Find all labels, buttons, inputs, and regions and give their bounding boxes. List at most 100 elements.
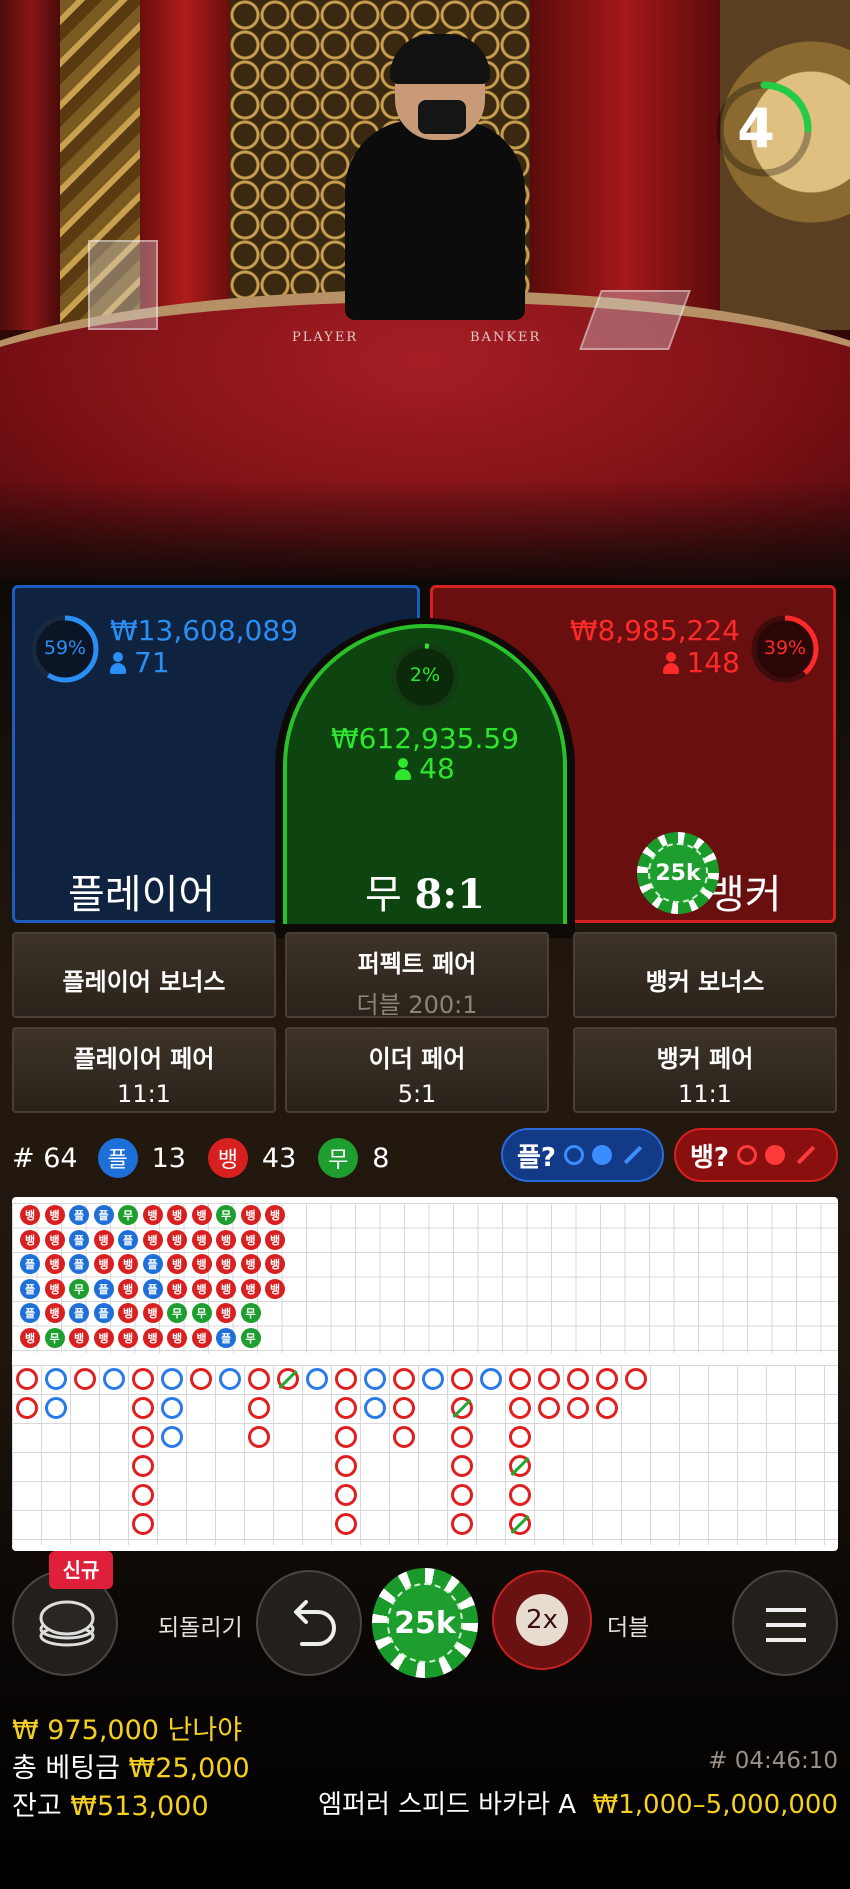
bead-road-result: 플	[118, 1229, 138, 1250]
big-road-result	[335, 1484, 357, 1506]
video-fade	[0, 480, 850, 590]
bead-road-result: 뱅	[191, 1205, 212, 1225]
player-predict-label: 플?	[517, 1142, 557, 1173]
big-road-result	[596, 1397, 618, 1419]
big-road-result	[364, 1397, 386, 1419]
side-bet-either-pair[interactable]: 이더 페어 5:1	[285, 1027, 549, 1113]
banker-win-count: 43	[261, 1142, 297, 1174]
bead-road-result: 뱅	[265, 1278, 285, 1299]
card-discard-tray	[88, 240, 158, 330]
big-road-result	[596, 1368, 618, 1390]
side-bet-banker-bonus[interactable]: 뱅커 보너스	[573, 932, 837, 1018]
side-bet-odds: 11:1	[117, 1080, 171, 1108]
bead-road-result: 플	[20, 1303, 40, 1323]
menu-button[interactable]	[732, 1570, 838, 1676]
tie-bettor-count: 48	[283, 752, 567, 785]
bead-road-result: 플	[142, 1254, 163, 1274]
big-road-result	[248, 1426, 270, 1448]
round-statistics: # 64 플 13 뱅 43 무 8	[12, 1136, 411, 1180]
hamburger-menu-icon	[766, 1608, 806, 1642]
big-road-result	[132, 1368, 154, 1390]
bead-road-result: 뱅	[216, 1254, 236, 1274]
bead-road-result: 플	[93, 1303, 114, 1323]
big-road-result	[335, 1513, 357, 1535]
bead-road-result: 뱅	[191, 1327, 212, 1348]
big-road-result	[451, 1368, 473, 1390]
big-road-result	[132, 1426, 154, 1448]
big-road-result	[74, 1368, 96, 1390]
player-win-badge: 플	[97, 1138, 138, 1178]
bead-road-result: 무	[240, 1303, 261, 1323]
player-predict-button[interactable]: 플?	[501, 1128, 664, 1182]
bead-road-result: 플	[69, 1229, 89, 1250]
predict-slash-icon	[623, 1145, 643, 1165]
bead-road-result: 뱅	[44, 1205, 65, 1225]
table-info: 엠퍼러 스피드 바카라 A ₩1,000–5,000,000	[318, 1784, 838, 1821]
big-road-result	[451, 1484, 473, 1506]
bead-road-result: 플	[142, 1278, 163, 1299]
tie-percent: 2%	[409, 664, 441, 686]
bead-road-result: 무	[167, 1303, 187, 1323]
bead-road-result: 뱅	[265, 1254, 285, 1274]
tie-win-badge: 무	[318, 1138, 359, 1178]
side-bet-player-pair[interactable]: 플레이어 페어 11:1	[12, 1027, 276, 1113]
predict-dot-icon	[765, 1145, 786, 1165]
bead-road-result: 뱅	[142, 1229, 163, 1250]
tie-odds: 8:1	[414, 871, 485, 918]
banker-percent: 39%	[763, 637, 807, 659]
bead-road-result: 뱅	[191, 1229, 212, 1250]
big-road-result	[190, 1368, 212, 1390]
big-road-result	[132, 1484, 154, 1506]
bead-road-result: 플	[69, 1303, 89, 1323]
big-road-result	[16, 1397, 38, 1419]
big-road-result	[393, 1368, 415, 1390]
bead-road-result: 뱅	[142, 1327, 163, 1348]
curtain-decor	[0, 0, 60, 330]
big-road-result	[393, 1397, 415, 1419]
banker-count-value: 148	[686, 646, 740, 679]
player-bettor-count: 71	[110, 646, 170, 679]
undo-button[interactable]	[256, 1570, 362, 1676]
bead-road-result: 무	[240, 1327, 261, 1348]
side-bet-player-bonus[interactable]: 플레이어 보너스	[12, 932, 276, 1018]
player-count-value: 71	[134, 646, 170, 679]
tie-label: 무 8:1	[283, 862, 567, 920]
big-road-result	[16, 1368, 38, 1390]
big-road-result	[451, 1513, 473, 1535]
placed-chip[interactable]: 25k	[637, 832, 719, 914]
double-button[interactable]: 2x	[492, 1570, 592, 1670]
tie-bet-total: ₩612,935.59	[330, 722, 519, 755]
big-road-result	[538, 1368, 560, 1390]
side-bet-odds: 5:1	[397, 1080, 437, 1108]
chip-selector[interactable]: 25k	[372, 1568, 478, 1678]
person-icon	[662, 652, 679, 674]
placed-chip-value: 25k	[648, 843, 708, 903]
banker-predict-label: 뱅?	[690, 1142, 730, 1173]
big-road-result	[509, 1368, 531, 1390]
bead-road-result: 뱅	[216, 1229, 236, 1250]
bead-road-result: 뱅	[118, 1254, 138, 1274]
player-percent: 59%	[43, 637, 87, 659]
bead-road-result: 플	[216, 1327, 236, 1348]
side-bet-title: 플레이어 페어	[73, 1045, 215, 1073]
new-badge: 신규	[49, 1551, 113, 1589]
table-print-banker: BANKER	[470, 330, 542, 345]
total-bet-value: ₩25,000	[128, 1753, 250, 1784]
banker-predict-button[interactable]: 뱅?	[674, 1128, 838, 1182]
player-label: 플레이어	[68, 872, 216, 918]
side-bet-perfect-pair[interactable]: 퍼펙트 페어 더블 200:1	[285, 932, 549, 1019]
bead-road-result: 뱅	[69, 1327, 89, 1348]
bead-road-result: 뱅	[118, 1278, 138, 1299]
side-bet-banker-pair[interactable]: 뱅커 페어 11:1	[573, 1027, 837, 1113]
side-bet-title: 플레이어 보너스	[62, 968, 226, 996]
bead-road-result: 뱅	[167, 1278, 187, 1299]
banker-bettor-count: 148	[540, 646, 740, 679]
scoreboard-roadmap[interactable]: 뱅뱅플플플뱅뱅뱅뱅뱅뱅무플플플무플뱅플뱅뱅플플뱅무플뱅뱅뱅뱅뱅뱅플플뱅뱅뱅뱅뱅뱅…	[12, 1197, 838, 1551]
dealer-mask	[418, 100, 466, 134]
bead-road-result: 뱅	[20, 1229, 40, 1250]
bead-road-result: 뱅	[265, 1205, 285, 1225]
bead-road-result: 뱅	[44, 1254, 65, 1274]
bead-road-result: 무	[216, 1205, 236, 1225]
big-road-result	[45, 1368, 67, 1390]
bead-road-result: 뱅	[118, 1303, 138, 1323]
